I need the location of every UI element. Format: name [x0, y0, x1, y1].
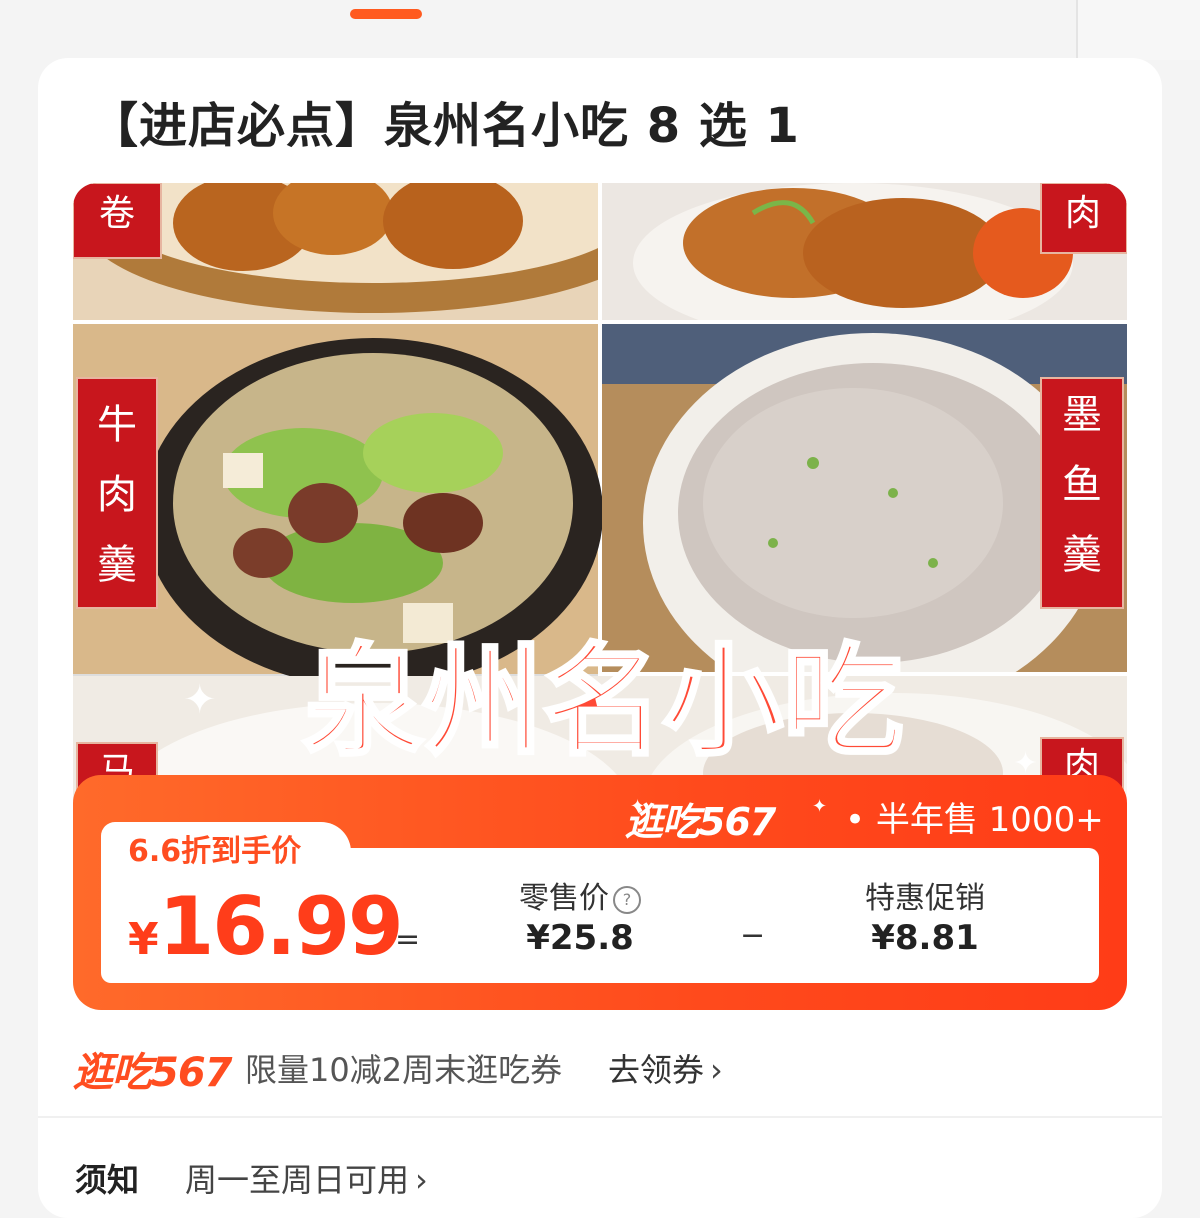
- equals-sign: =: [395, 922, 421, 957]
- mid-right-char-3: 羹: [1062, 532, 1102, 578]
- sheet-drag-handle[interactable]: [350, 9, 422, 19]
- background-page-edge: [1076, 0, 1200, 60]
- label-mid-right: 墨 鱼 羹: [1040, 377, 1124, 609]
- divider: [38, 1116, 1162, 1118]
- coupon-brand-logo: 逛吃567: [73, 1050, 232, 1096]
- mid-left-char-1: 牛: [97, 402, 137, 448]
- coupon-description: 限量10减2周末逛吃券: [245, 1051, 563, 1089]
- svg-text:卷: 卷: [99, 193, 135, 234]
- promo-value: ¥8.81: [871, 918, 979, 958]
- svg-text:肉: 肉: [1065, 193, 1101, 234]
- help-icon[interactable]: ?: [613, 885, 641, 914]
- final-price-amount: 16.99: [158, 880, 404, 973]
- label-top-right: 肉: [1040, 183, 1127, 254]
- brand-logo: 逛吃567: [625, 800, 776, 844]
- notice-value-link[interactable]: 周一至周日可用 ›: [185, 1155, 428, 1201]
- currency-symbol: ¥: [128, 914, 159, 965]
- image-overlay-title: 泉州名小吃: [303, 633, 903, 772]
- chevron-right-icon: ›: [710, 1051, 723, 1089]
- deal-label: 6.6折到手价: [128, 834, 302, 869]
- retail-price-value: ¥25.8: [526, 918, 634, 958]
- minus-sign: −: [740, 918, 766, 953]
- mid-right-char-2: 鱼: [1062, 462, 1102, 508]
- retail-price-label: 零售价?: [470, 873, 690, 917]
- notice-label: 须知: [75, 1161, 140, 1199]
- mid-left-char-3: 羹: [97, 542, 137, 588]
- mid-left-char-2: 肉: [97, 472, 137, 518]
- promo-label: 特惠促销: [865, 881, 985, 916]
- label-mid-left: 牛 肉 羹: [76, 377, 158, 609]
- label-top-left: 卷: [73, 183, 162, 259]
- sparkle-icon: ✦: [183, 677, 217, 723]
- chevron-right-icon: ›: [415, 1161, 428, 1199]
- final-price: ¥16.99: [128, 880, 404, 973]
- product-title: 【进店必点】泉州名小吃 8 选 1: [90, 98, 800, 154]
- sparkle-icon: ✦: [812, 796, 828, 817]
- sales-count: • 半年售 1000+: [845, 800, 1104, 840]
- mid-right-char-1: 墨: [1062, 392, 1102, 438]
- claim-coupon-link[interactable]: 去领券 ›: [608, 1045, 723, 1091]
